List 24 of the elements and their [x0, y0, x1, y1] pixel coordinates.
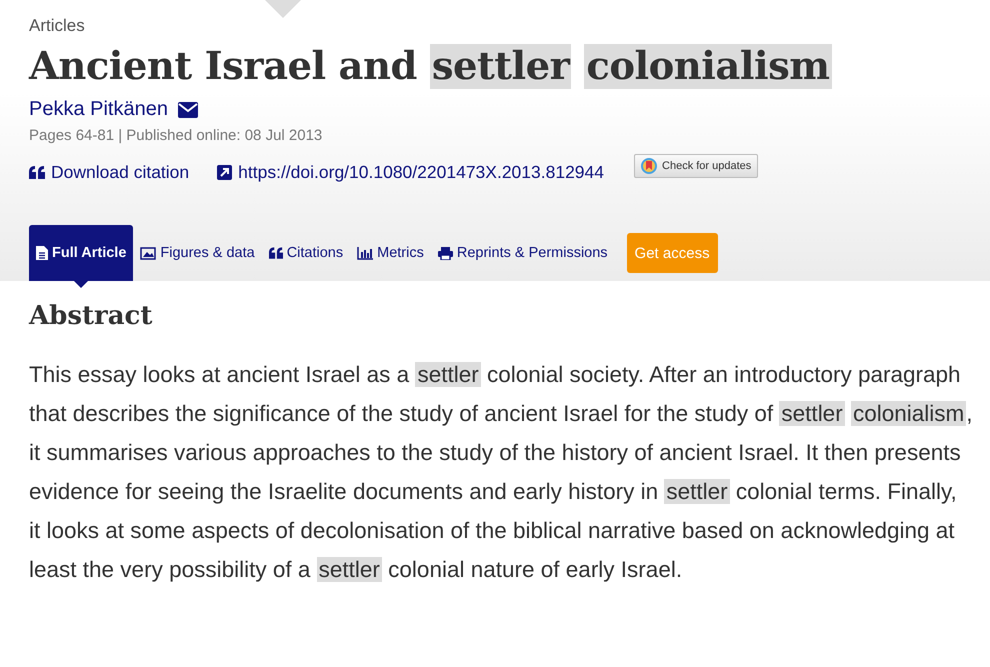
author-link[interactable]: Pekka Pitkänen — [29, 98, 168, 121]
printer-icon — [438, 246, 453, 260]
section-label: Articles — [29, 16, 85, 36]
tab[interactable]: Reprints & Permissions — [430, 225, 615, 281]
email-icon[interactable] — [178, 102, 198, 118]
tab[interactable]: Citations — [262, 225, 350, 281]
bar-chart-icon — [357, 246, 374, 260]
tab[interactable]: Metrics — [350, 225, 431, 281]
quote-icon — [268, 247, 283, 259]
article-title: Ancient Israel and settler colonialism — [29, 43, 832, 91]
pointer-notch — [265, 0, 301, 18]
citation-link[interactable]: Download citation — [29, 162, 190, 183]
publication-info: Pages 64-81 | Published online: 08 Jul 2013 — [29, 127, 322, 144]
abstract-heading: Abstract — [29, 301, 154, 331]
document-icon — [36, 246, 48, 260]
external-link-icon — [217, 165, 232, 180]
tab-pointer-icon — [74, 281, 88, 288]
doi-link[interactable]: https://doi.org/10.1080/2201473X.2013.812944 — [217, 162, 604, 183]
check-for-updates-button[interactable]: Check for updates — [634, 154, 758, 178]
abstract-text: This essay looks at ancient Israel as a settler colonial society. After an introductory paragraph that describes the significance of the study of ancient Israel for the study of settler colonialism, it summarises various approaches to the study of the history of ancient Israel. It then presents evidence for seeing the Israelite documents and early history in settler colonial terms. Finally, it looks at some aspects of decolonisation of the biblical narrative based on acknowledging at least the very possibility of a settler colonial nature of early Israel. — [29, 361, 974, 584]
quote-icon — [29, 166, 45, 179]
bookmark-badge-icon — [641, 158, 658, 174]
tab[interactable]: Figures & data — [133, 225, 262, 281]
image-icon — [140, 246, 156, 260]
